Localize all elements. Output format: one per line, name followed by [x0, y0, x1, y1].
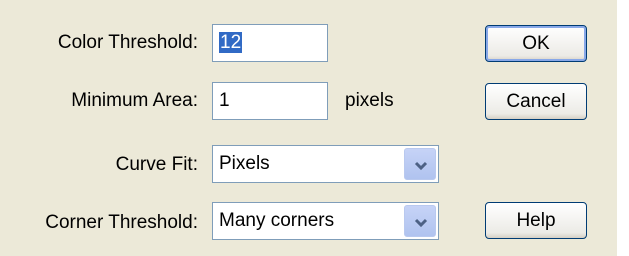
color-threshold-value: 12 — [219, 32, 243, 53]
chevron-down-icon — [414, 218, 428, 228]
trace-bitmap-dialog: Color Threshold: 12 Minimum Area: 1 pixe… — [0, 0, 617, 256]
color-threshold-input[interactable]: 12 — [212, 24, 328, 62]
color-threshold-label: Color Threshold: — [57, 32, 198, 53]
help-button[interactable]: Help — [485, 202, 587, 239]
corner-threshold-dropdown-button[interactable] — [404, 205, 436, 237]
ok-button[interactable]: OK — [485, 25, 587, 62]
curve-fit-value: Pixels — [219, 153, 270, 174]
minimum-area-input[interactable]: 1 — [212, 82, 328, 120]
cancel-button[interactable]: Cancel — [485, 83, 587, 120]
curve-fit-label: Curve Fit: — [115, 154, 198, 175]
chevron-down-icon — [414, 161, 428, 171]
corner-threshold-value: Many corners — [219, 210, 335, 231]
minimum-area-value: 1 — [219, 90, 230, 111]
curve-fit-dropdown-button[interactable] — [404, 148, 436, 180]
corner-threshold-select[interactable]: Many corners — [212, 202, 439, 240]
minimum-area-unit: pixels — [345, 90, 394, 111]
minimum-area-label: Minimum Area: — [71, 90, 198, 111]
corner-threshold-label: Corner Threshold: — [45, 212, 198, 233]
curve-fit-select[interactable]: Pixels — [212, 145, 439, 183]
